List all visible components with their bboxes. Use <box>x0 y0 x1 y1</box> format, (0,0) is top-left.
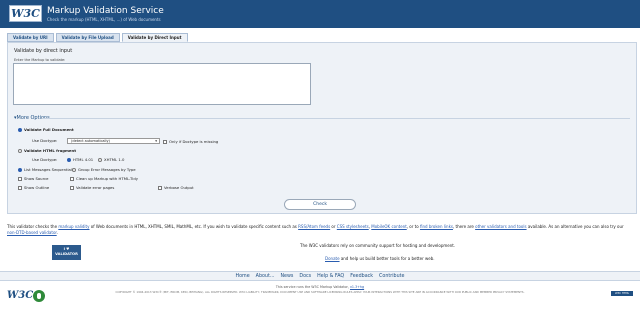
footer-link-help-faq[interactable]: Help & FAQ <box>317 274 344 279</box>
group-errors-label: Group Error Messages by Type <box>78 167 136 172</box>
footer-link-feedback[interactable]: Feedback <box>350 274 373 279</box>
direct-input-panel: Validate by direct input Enter the Marku… <box>7 42 637 214</box>
doctype-label-row: Use Doctype: <box>32 138 57 143</box>
html-fragment-radio[interactable] <box>18 148 22 153</box>
only-if-missing-checkbox[interactable] <box>163 139 167 144</box>
html401-label: HTML 4.01 <box>73 157 94 162</box>
markup-validity-link[interactable]: markup validity <box>58 224 89 229</box>
page-title: Markup Validation Service <box>47 6 164 16</box>
donate-link[interactable]: Donate <box>325 256 340 261</box>
about-text: of Web documents in HTML, XHTML, SMIL, M… <box>89 224 299 229</box>
cleanup-checkbox[interactable] <box>70 176 74 181</box>
broken-links-link[interactable]: find broken links <box>420 224 453 229</box>
tab-validate-by-file-upload[interactable]: Validate by File Upload <box>55 33 120 42</box>
panel-title: Validate by direct input <box>14 48 73 54</box>
tab-validate-by-uri[interactable]: Validate by URI <box>7 33 54 42</box>
footer-link-contribute[interactable]: Contribute <box>379 274 404 279</box>
community-support-text: The W3C validators rely on community sup… <box>300 243 456 248</box>
validate-error-pages-checkbox[interactable] <box>70 185 74 190</box>
full-document-label: Validate Full Document <box>24 127 74 132</box>
verbose-label: Verbose Output <box>164 185 194 190</box>
markup-input[interactable] <box>13 63 311 105</box>
w3c-html-badge[interactable]: W3C HTML <box>611 291 633 296</box>
copyright-text: COPYRIGHT © 1994-2013 W3C® (MIT, ERCIM, … <box>115 290 525 294</box>
about-text: available. As an alternative you can als… <box>526 224 624 229</box>
footer-link-news[interactable]: News <box>280 274 293 279</box>
list-sequentially-radio[interactable] <box>18 167 22 172</box>
page-subtitle: Check the markup (HTML, XHTML, ...) of W… <box>47 17 161 22</box>
donate-line-text: and help us build better tools for a bet… <box>339 256 435 261</box>
xhtml10-option[interactable]: XHTML 1.0 <box>98 157 124 162</box>
cleanup-label: Clean up Markup with HTML-Tidy <box>76 176 138 181</box>
about-text: This validator checks the <box>7 224 59 229</box>
xhtml10-radio[interactable] <box>98 157 102 162</box>
mobileok-link[interactable]: MobileOK content <box>371 224 406 229</box>
html401-radio[interactable] <box>67 157 71 162</box>
validate-html-fragment-option[interactable]: Validate HTML fragment <box>18 148 76 153</box>
about-text: or <box>330 224 337 229</box>
footer-link-about[interactable]: About... <box>256 274 275 279</box>
badge-validator-line: VALIDATOR <box>55 252 78 256</box>
show-outline-label: Show Outline <box>24 185 50 190</box>
html-fragment-label: Validate HTML fragment <box>24 148 77 153</box>
show-source-checkbox[interactable] <box>18 176 22 181</box>
verbose-checkbox[interactable] <box>158 185 162 190</box>
chevron-down-icon: ▾ <box>155 139 157 143</box>
show-outline-option[interactable]: Show Outline <box>18 185 49 190</box>
version-link[interactable]: v1.3+hg <box>350 285 364 289</box>
group-errors-radio[interactable] <box>72 167 76 172</box>
doctype-select[interactable]: (detect automatically) ▾ <box>67 138 160 144</box>
w3c-logo[interactable]: W3C <box>9 5 42 22</box>
tab-bar: Validate by URI Validate by File Upload … <box>7 33 188 42</box>
validate-error-pages-label: Validate error pages <box>76 185 115 190</box>
fragment-doctype-row: Use Doctype: <box>32 157 57 162</box>
only-if-missing-option[interactable]: Only if Doctype is missing <box>163 139 218 144</box>
verbose-option[interactable]: Verbose Output <box>158 185 194 190</box>
rss-atom-link[interactable]: RSS/Atom feeds <box>298 224 330 229</box>
about-text: , or to <box>406 224 420 229</box>
footer-link-docs[interactable]: Docs <box>299 274 311 279</box>
validate-error-pages-option[interactable]: Validate error pages <box>70 185 114 190</box>
only-if-missing-label: Only if Doctype is missing <box>169 139 219 144</box>
about-text: . <box>56 230 58 235</box>
about-text: , there are <box>452 224 476 229</box>
xhtml10-label: XHTML 1.0 <box>104 157 125 162</box>
site-header: W3C Markup Validation Service Check the … <box>0 0 640 28</box>
list-sequentially-option[interactable]: List Messages Sequentially <box>18 167 75 172</box>
tab-validate-by-direct-input[interactable]: Validate by Direct Input <box>121 33 188 42</box>
check-button[interactable]: Check <box>284 199 356 210</box>
doctype-select-value: (detect automatically) <box>71 139 110 143</box>
group-errors-option[interactable]: Group Error Messages by Type <box>72 167 136 172</box>
doctype-label: Use Doctype: <box>32 138 58 143</box>
about-paragraph: This validator checks the markup validit… <box>7 224 633 236</box>
options-divider <box>42 118 630 119</box>
non-dtd-validator-link[interactable]: non-DTD-based validator <box>7 230 57 235</box>
list-sequentially-label: List Messages Sequentially <box>24 167 76 172</box>
full-document-radio[interactable] <box>18 127 22 132</box>
markup-input-label: Enter the Markup to validate: <box>14 58 66 62</box>
show-source-label: Show Source <box>24 176 49 181</box>
service-info: This service runs the W3C Markup Validat… <box>0 285 640 289</box>
service-info-text: This service runs the W3C Markup Validat… <box>275 285 350 289</box>
css-stylesheets-link[interactable]: CSS stylesheets <box>337 224 369 229</box>
validate-full-document-option[interactable]: Validate Full Document <box>18 127 74 132</box>
html401-option[interactable]: HTML 4.01 <box>67 157 93 162</box>
cleanup-option[interactable]: Clean up Markup with HTML-Tidy <box>70 176 138 181</box>
footer-nav: Home About... News Docs Help & FAQ Feedb… <box>0 271 640 281</box>
footer-link-home[interactable]: Home <box>236 274 250 279</box>
show-outline-checkbox[interactable] <box>18 185 22 190</box>
show-source-option[interactable]: Show Source <box>18 176 49 181</box>
other-validators-link[interactable]: other validators and tools <box>475 224 526 229</box>
donate-line: Donate and help us build better tools fo… <box>325 256 435 261</box>
i-love-validator-badge[interactable]: I ♥ VALIDATOR <box>52 245 81 260</box>
fragment-doctype-label: Use Doctype: <box>32 157 58 162</box>
